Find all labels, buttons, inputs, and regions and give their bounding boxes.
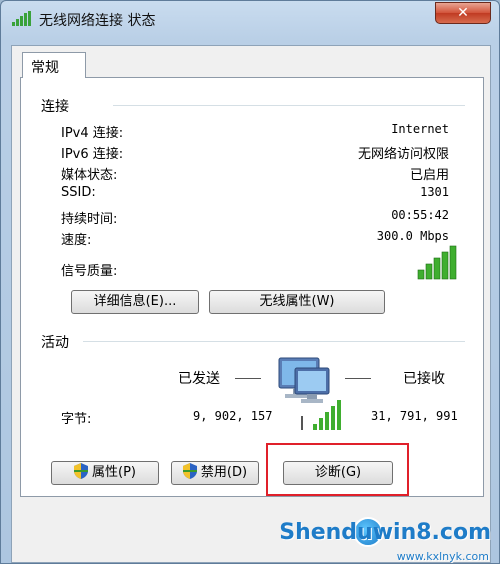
close-button[interactable]: ✕ [435, 2, 491, 24]
received-bytes-value: 31, 791, 991 [371, 409, 458, 423]
connection-divider [113, 105, 465, 106]
signal-strength-icon [417, 245, 457, 280]
received-connector-line [345, 378, 371, 379]
ipv4-label: IPv4 连接: [61, 126, 124, 141]
network-computer-icon [278, 357, 341, 430]
ipv6-value: 无网络访问权限 [357, 147, 449, 162]
media-state-label: 媒体状态: [61, 168, 118, 183]
sent-bytes-value: 9, 902, 157 [193, 409, 273, 423]
connection-group-title: 连接 [41, 99, 69, 115]
speed-row: 速度: 300.0 Mbps [61, 229, 449, 249]
activity-group-title: 活动 [41, 335, 69, 351]
duration-row: 持续时间: 00:55:42 [61, 208, 449, 228]
ipv6-row: IPv6 连接: 无网络访问权限 [61, 143, 449, 163]
disable-label: 禁用(D) [200, 465, 248, 480]
media-state-row: 媒体状态: 已启用 [61, 164, 449, 184]
properties-label: 属性(P) [92, 465, 136, 480]
signal-quality-label: 信号质量: [61, 264, 118, 279]
ssid-label: SSID: [61, 185, 96, 200]
received-label: 已接收 [403, 371, 445, 387]
ipv4-row: IPv4 连接: Internet [61, 122, 449, 142]
properties-button[interactable]: 属性(P) [51, 461, 159, 485]
duration-label: 持续时间: [61, 212, 118, 227]
speed-label: 速度: [61, 233, 92, 248]
window-title: 无线网络连接 状态 [39, 13, 156, 29]
activity-divider [83, 341, 465, 342]
duration-value: 00:55:42 [391, 208, 449, 222]
ssid-value: 1301 [420, 185, 449, 199]
watermark-brand: Shenduwin8.com [279, 520, 491, 545]
tab-general[interactable]: 常规 [22, 52, 86, 78]
title-bar[interactable]: 无线网络连接 状态 ✕ [1, 1, 499, 37]
tab-panel-general: 连接 IPv4 连接: Internet IPv6 连接: 无网络访问权限 媒体… [20, 77, 484, 497]
dialog-client-area: 常规 连接 IPv4 连接: Internet IPv6 连接: 无网络访问权限… [11, 45, 491, 563]
ssid-row: SSID: 1301 [61, 185, 449, 205]
shield-icon [74, 463, 88, 479]
ipv4-value: Internet [391, 122, 449, 136]
disable-button[interactable]: 禁用(D) [171, 461, 259, 485]
status-window: 无线网络连接 状态 ✕ 常规 连接 IPv4 连接: Internet IPv6… [0, 0, 500, 564]
watermark-url: www.kxlnyk.com [396, 550, 489, 563]
wireless-properties-button[interactable]: 无线属性(W) [209, 290, 385, 314]
wireless-signal-icon [12, 11, 31, 26]
sent-label: 已发送 [178, 371, 220, 387]
details-button[interactable]: 详细信息(E)... [71, 290, 199, 314]
ipv6-label: IPv6 连接: [61, 147, 124, 162]
shield-icon [182, 463, 197, 479]
speed-value: 300.0 Mbps [376, 229, 449, 243]
bytes-label: 字节: [61, 412, 92, 427]
diagnose-highlight-box [266, 443, 409, 496]
sent-connector-line [235, 378, 261, 379]
media-state-value: 已启用 [409, 168, 449, 183]
